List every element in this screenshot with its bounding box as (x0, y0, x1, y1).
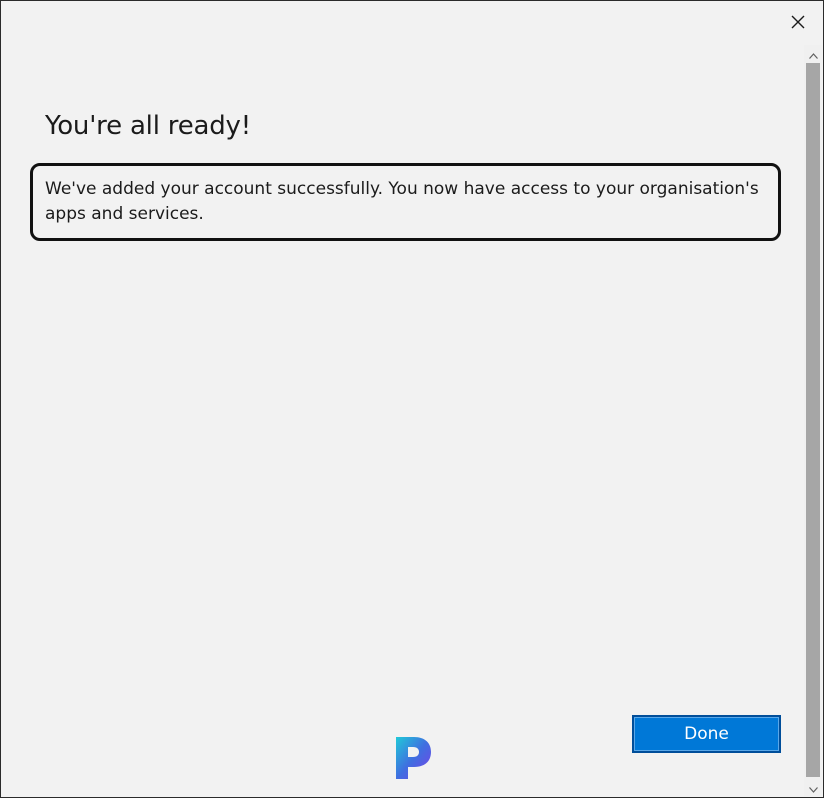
chevron-up-icon (808, 44, 818, 63)
message-text: We've added your account successfully. Y… (45, 179, 759, 224)
scroll-thumb[interactable] (806, 63, 820, 777)
vertical-scrollbar[interactable] (804, 45, 822, 796)
close-icon (791, 15, 805, 29)
page-title: You're all ready! (45, 111, 251, 141)
scroll-up-button[interactable] (804, 45, 822, 62)
p-logo-icon (388, 733, 436, 781)
close-button[interactable] (781, 5, 815, 39)
chevron-down-icon (808, 778, 818, 797)
scroll-down-button[interactable] (804, 779, 822, 796)
done-button[interactable]: Done (632, 715, 781, 753)
dialog-window: You're all ready! We've added your accou… (0, 0, 824, 798)
